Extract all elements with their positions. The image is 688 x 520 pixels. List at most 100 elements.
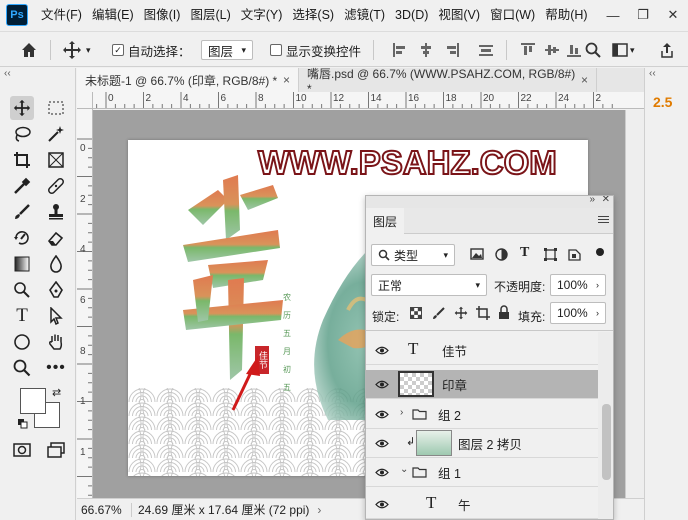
filter-pixel-icon[interactable] bbox=[470, 248, 484, 263]
visibility-eye-icon[interactable] bbox=[374, 435, 390, 451]
crop-tool-icon[interactable] bbox=[10, 148, 34, 172]
tab-layers[interactable]: 图层 bbox=[366, 208, 404, 234]
visibility-eye-icon[interactable] bbox=[374, 496, 390, 512]
eraser-tool-icon[interactable] bbox=[44, 226, 68, 250]
hand-tool-icon[interactable] bbox=[44, 330, 68, 354]
align-left-icon[interactable] bbox=[392, 40, 408, 60]
filter-type-icon[interactable]: T bbox=[520, 245, 529, 261]
layer-name[interactable]: 图层 2 拷贝 bbox=[458, 434, 522, 453]
show-transform-checkbox[interactable]: 显示变换控件 bbox=[270, 40, 361, 60]
align-vcenter-icon[interactable] bbox=[544, 40, 560, 60]
visibility-eye-icon[interactable] bbox=[374, 342, 390, 358]
auto-select-checkbox[interactable]: ✓ 自动选择： bbox=[112, 40, 191, 60]
healing-brush-icon[interactable] bbox=[44, 174, 68, 198]
lock-transparent-icon[interactable] bbox=[410, 307, 422, 322]
menu-type[interactable]: 文字(Y) bbox=[236, 0, 288, 30]
visibility-eye-icon[interactable] bbox=[374, 464, 390, 480]
eyedropper-icon[interactable] bbox=[10, 174, 34, 198]
filter-toggle-icon[interactable] bbox=[596, 248, 604, 256]
menu-3d[interactable]: 3D(D) bbox=[390, 0, 433, 30]
distribute-icon[interactable] bbox=[478, 40, 494, 60]
menu-select[interactable]: 选择(S) bbox=[287, 0, 339, 30]
menu-edit[interactable]: 编辑(E) bbox=[87, 0, 139, 30]
pen-tool-icon[interactable] bbox=[44, 278, 68, 302]
status-menu-arrow[interactable]: › bbox=[317, 503, 321, 517]
menu-layer[interactable]: 图层(L) bbox=[185, 0, 235, 30]
menu-window[interactable]: 窗口(W) bbox=[485, 0, 540, 30]
close-icon[interactable]: ✕ bbox=[658, 0, 688, 30]
blend-mode-dropdown[interactable]: 正常 ▾ bbox=[371, 274, 487, 296]
dodge-tool-icon[interactable] bbox=[10, 278, 34, 302]
close-tab-icon[interactable]: × bbox=[283, 73, 290, 87]
layer-row[interactable]: T 佳节 bbox=[366, 336, 598, 365]
ellipse-tool-icon[interactable] bbox=[10, 330, 34, 354]
layer-group-row[interactable]: › 组 2 bbox=[366, 400, 598, 429]
auto-select-target-dropdown[interactable]: 图层 ▾ bbox=[201, 40, 253, 60]
layer-row[interactable]: ↲ 图层 2 拷贝 bbox=[366, 429, 598, 458]
gradient-tool-icon[interactable] bbox=[10, 252, 34, 276]
search-icon[interactable] bbox=[585, 40, 601, 60]
move-tool-preset-icon[interactable]: ▾ bbox=[62, 40, 91, 60]
filter-shape-icon[interactable] bbox=[544, 248, 557, 264]
home-icon[interactable] bbox=[20, 40, 38, 60]
quick-mask-icon[interactable] bbox=[10, 438, 34, 462]
magic-wand-icon[interactable] bbox=[44, 122, 68, 146]
expand-arrow-icon[interactable]: › bbox=[400, 407, 403, 418]
path-selection-icon[interactable] bbox=[44, 304, 68, 328]
align-top-icon[interactable] bbox=[520, 40, 536, 60]
collapse-panel-icon[interactable]: ‹‹ bbox=[4, 68, 11, 79]
layer-name[interactable]: 佳节 bbox=[442, 341, 467, 360]
lasso-tool-icon[interactable] bbox=[10, 122, 34, 146]
share-icon[interactable] bbox=[660, 40, 674, 60]
panel-header-bar[interactable]: » ✕ bbox=[366, 196, 613, 208]
lock-position-icon[interactable] bbox=[454, 306, 468, 323]
menu-image[interactable]: 图像(I) bbox=[139, 0, 186, 30]
filter-adjustment-icon[interactable] bbox=[495, 248, 508, 264]
filter-smart-object-icon[interactable] bbox=[568, 248, 581, 264]
visibility-eye-icon[interactable] bbox=[374, 376, 390, 392]
layers-scrollbar[interactable] bbox=[598, 332, 613, 519]
opacity-input[interactable]: 100% › bbox=[550, 274, 606, 296]
fill-input[interactable]: 100% › bbox=[550, 302, 606, 324]
swap-colors-icon[interactable]: ⇄ bbox=[52, 386, 61, 399]
type-tool-icon[interactable]: T bbox=[10, 304, 34, 328]
menu-help[interactable]: 帮助(H) bbox=[540, 0, 592, 30]
zoom-tool-icon[interactable] bbox=[10, 356, 34, 380]
menu-file[interactable]: 文件(F) bbox=[36, 0, 87, 30]
layer-name[interactable]: 组 2 bbox=[438, 405, 461, 424]
tab-document-2[interactable]: 嘴唇.psd @ 66.7% (WWW.PSAHZ.COM, RGB/8#) *… bbox=[299, 67, 597, 96]
lock-artboard-icon[interactable] bbox=[476, 306, 490, 323]
frame-tool-icon[interactable] bbox=[44, 148, 68, 172]
filter-kind-dropdown[interactable]: 类型 ▾ bbox=[371, 244, 455, 266]
align-bottom-icon[interactable] bbox=[566, 40, 582, 60]
align-right-icon[interactable] bbox=[444, 40, 460, 60]
menu-filter[interactable]: 滤镜(T) bbox=[339, 0, 390, 30]
visibility-eye-icon[interactable] bbox=[374, 406, 390, 422]
layer-row-selected[interactable]: 印章 bbox=[366, 370, 598, 399]
menu-view[interactable]: 视图(V) bbox=[433, 0, 485, 30]
close-tab-icon[interactable]: × bbox=[581, 73, 588, 87]
layer-group-row[interactable]: ⌄ 组 1 bbox=[366, 458, 598, 487]
minimize-icon[interactable]: — bbox=[598, 0, 628, 30]
expand-dock-icon[interactable]: ‹‹ bbox=[649, 68, 656, 79]
align-hcenter-icon[interactable] bbox=[418, 40, 434, 60]
restore-icon[interactable]: ❐ bbox=[628, 0, 658, 30]
brush-tool-icon[interactable] bbox=[10, 200, 34, 224]
more-tools-icon[interactable]: ••• bbox=[44, 356, 68, 380]
foreground-color-swatch[interactable] bbox=[20, 388, 46, 414]
layer-row[interactable]: T 午 bbox=[366, 490, 598, 519]
layer-name[interactable]: 组 1 bbox=[438, 463, 461, 482]
dock-value[interactable]: 2.5 bbox=[653, 94, 672, 110]
history-brush-icon[interactable] bbox=[10, 226, 34, 250]
scrollbar-thumb[interactable] bbox=[602, 404, 611, 480]
marquee-tool-icon[interactable] bbox=[44, 96, 68, 120]
default-colors-icon[interactable] bbox=[18, 418, 28, 429]
vertical-scrollbar[interactable] bbox=[625, 110, 644, 498]
close-panel-icon[interactable]: ✕ bbox=[602, 196, 610, 205]
lock-all-icon[interactable] bbox=[498, 305, 510, 323]
tab-document-1[interactable]: 未标题-1 @ 66.7% (印章, RGB/8#) * × bbox=[77, 68, 299, 92]
blur-tool-icon[interactable] bbox=[44, 252, 68, 276]
move-tool-icon[interactable] bbox=[10, 96, 34, 120]
collapse-icon[interactable]: » bbox=[589, 196, 595, 205]
lock-pixels-icon[interactable] bbox=[432, 306, 446, 323]
